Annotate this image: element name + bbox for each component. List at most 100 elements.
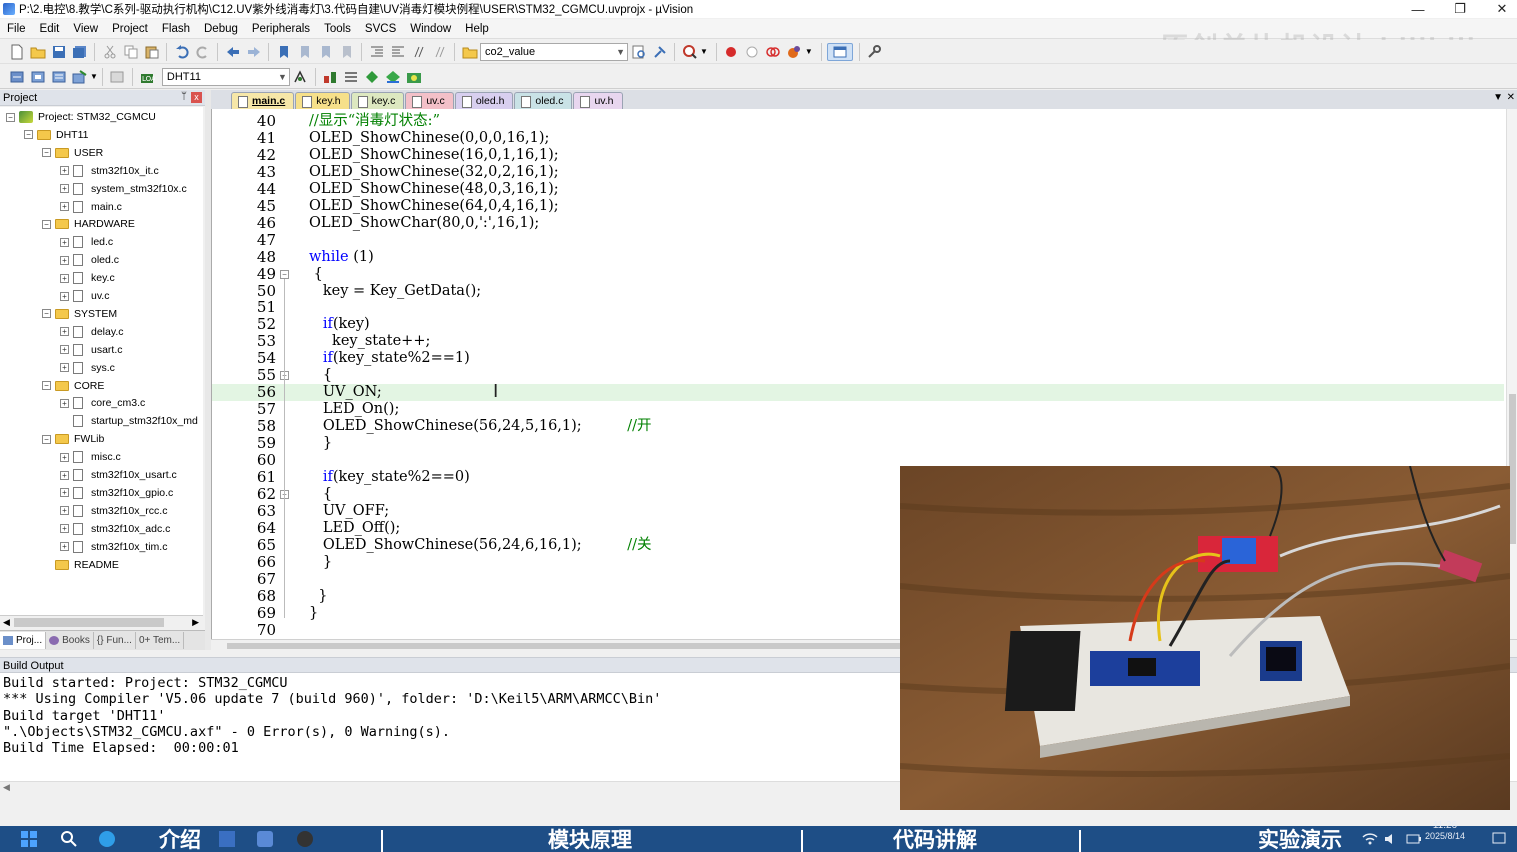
expand-toggle-icon[interactable]: +: [60, 273, 69, 283]
file-extensions-icon[interactable]: [342, 68, 360, 86]
tree-item[interactable]: + stm32f10x_rcc.c: [60, 502, 167, 520]
prev-bookmark-icon[interactable]: [296, 43, 314, 61]
tree-item[interactable]: + stm32f10x_usart.c: [60, 466, 177, 484]
code-line[interactable]: 47: [212, 231, 1504, 249]
menu-svcs[interactable]: SVCS: [358, 19, 403, 39]
close-tab-icon[interactable]: ✕: [1507, 92, 1515, 103]
tree-item[interactable]: README: [42, 556, 119, 574]
tree-item[interactable]: startup_stm32f10x_md: [60, 412, 198, 430]
code-line[interactable]: 49 {−: [212, 265, 1504, 283]
bookmark-icon[interactable]: [275, 43, 293, 61]
notification-icon[interactable]: [1492, 832, 1510, 850]
code-line[interactable]: 54 if(key_state%2==1): [212, 350, 1504, 367]
expand-toggle-icon[interactable]: −: [42, 309, 51, 319]
code-line[interactable]: 59 }: [212, 435, 1504, 452]
expand-toggle-icon[interactable]: +: [60, 184, 69, 194]
run-time-environment-icon[interactable]: [405, 68, 423, 86]
menu-project[interactable]: Project: [105, 19, 155, 39]
chapter-intro[interactable]: 介绍: [100, 826, 260, 852]
expand-toggle-icon[interactable]: +: [60, 166, 69, 176]
comment-icon[interactable]: [410, 43, 428, 61]
expand-toggle-icon[interactable]: +: [60, 470, 69, 480]
editor-tab[interactable]: oled.c: [514, 92, 573, 109]
pack-installer-icon[interactable]: [384, 68, 402, 86]
cut-icon[interactable]: [101, 43, 119, 61]
expand-toggle-icon[interactable]: +: [60, 363, 69, 373]
code-line[interactable]: 58 OLED_ShowChinese(56,24,5,16,1); //开: [212, 418, 1504, 435]
batch-build-icon[interactable]: [71, 68, 89, 86]
expand-toggle-icon[interactable]: +: [60, 542, 69, 552]
scroll-right-icon[interactable]: ▶: [192, 617, 199, 628]
tree-item[interactable]: − Project: STM32_CGMCU: [6, 108, 156, 126]
system-clock[interactable]: 11:26 2025/8/14: [1425, 821, 1465, 842]
navigate-back-icon[interactable]: [224, 43, 242, 61]
close-window-button[interactable]: ✕: [1482, 0, 1517, 18]
redo-icon[interactable]: [194, 43, 212, 61]
debug-settings-icon[interactable]: [785, 43, 803, 61]
copy-icon[interactable]: [122, 43, 140, 61]
tab-books[interactable]: Books: [46, 632, 94, 649]
code-line[interactable]: 43 OLED_ShowChinese(32,0,2,16,1);: [212, 163, 1504, 181]
menu-view[interactable]: View: [66, 19, 105, 39]
target-select[interactable]: DHT11 ▼: [161, 67, 290, 86]
code-line[interactable]: 45 OLED_ShowChinese(64,0,4,16,1);: [212, 197, 1504, 215]
menu-help[interactable]: Help: [458, 19, 496, 39]
manage-project-items-icon[interactable]: [321, 68, 339, 86]
expand-toggle-icon[interactable]: −: [6, 112, 15, 122]
target-options-icon[interactable]: [291, 68, 309, 86]
obs-taskbar-icon[interactable]: [296, 830, 314, 848]
disable-breakpoint-icon[interactable]: [743, 43, 761, 61]
tree-item[interactable]: + oled.c: [60, 251, 119, 269]
expand-toggle-icon[interactable]: +: [60, 202, 69, 211]
chapter-code-explanation[interactable]: 代码讲解: [860, 826, 1010, 852]
tree-item[interactable]: + misc.c: [60, 448, 121, 466]
tab-templates[interactable]: 0+ Tem...: [136, 632, 185, 649]
rebuild-icon[interactable]: [50, 68, 68, 86]
tree-item[interactable]: + stm32f10x_gpio.c: [60, 484, 173, 502]
tree-item[interactable]: + delay.c: [60, 323, 124, 341]
code-line[interactable]: 50 key = Key_GetData();: [212, 282, 1504, 300]
editor-tab[interactable]: key.h: [295, 92, 350, 109]
code-line[interactable]: 42 OLED_ShowChinese(16,0,1,16,1);: [212, 146, 1504, 164]
search-icon[interactable]: [60, 830, 78, 848]
expand-toggle-icon[interactable]: −: [24, 130, 33, 140]
code-line[interactable]: 46 OLED_ShowChar(80,0,':',16,1);: [212, 214, 1504, 232]
stop-build-icon[interactable]: [108, 68, 126, 86]
settings-dropdown-chevron-icon[interactable]: ▼: [805, 47, 813, 56]
editor-tab[interactable]: key.c: [350, 92, 405, 109]
window-layout-icon[interactable]: [827, 42, 854, 61]
volume-icon[interactable]: [1384, 832, 1402, 850]
open-file-icon[interactable]: [29, 43, 47, 61]
tree-item[interactable]: + main.c: [60, 198, 122, 216]
find-icon[interactable]: [630, 43, 648, 61]
tree-item[interactable]: + stm32f10x_adc.c: [60, 520, 170, 538]
undo-icon[interactable]: [173, 43, 191, 61]
code-line[interactable]: 41 OLED_ShowChinese(0,0,0,16,1);: [212, 129, 1504, 147]
expand-toggle-icon[interactable]: +: [60, 327, 69, 337]
windows-start-icon[interactable]: [20, 830, 38, 848]
menu-edit[interactable]: Edit: [33, 19, 67, 39]
battery-icon[interactable]: [1406, 832, 1424, 850]
code-line[interactable]: 55 {−: [212, 367, 1504, 384]
tree-item[interactable]: + system_stm32f10x.c: [60, 180, 187, 198]
tab-list-chevron-icon[interactable]: ▼: [1493, 92, 1503, 103]
tree-item[interactable]: + usart.c: [60, 341, 123, 359]
navigate-forward-icon[interactable]: [245, 43, 263, 61]
debug-dropdown-chevron-icon[interactable]: ▼: [700, 47, 708, 56]
menu-window[interactable]: Window: [403, 19, 458, 39]
tree-item[interactable]: + stm32f10x_it.c: [60, 162, 159, 180]
close-panel-button[interactable]: x: [191, 92, 202, 103]
expand-toggle-icon[interactable]: +: [60, 506, 69, 516]
editor-tab[interactable]: uv.c: [405, 92, 454, 109]
expand-toggle-icon[interactable]: +: [60, 345, 69, 355]
tree-item[interactable]: − DHT11: [24, 126, 88, 144]
scroll-thumb[interactable]: [14, 618, 164, 627]
expand-toggle-icon[interactable]: −: [42, 219, 51, 229]
minimize-button[interactable]: —: [1398, 0, 1438, 18]
chevron-down-icon[interactable]: ▼: [278, 72, 287, 82]
expand-toggle-icon[interactable]: +: [60, 488, 69, 498]
find-combo[interactable]: co2_value ▼: [480, 42, 628, 61]
expand-toggle-icon[interactable]: +: [60, 291, 69, 301]
tree-item[interactable]: + sys.c: [60, 359, 115, 377]
tab-project[interactable]: Proj...: [0, 632, 47, 649]
